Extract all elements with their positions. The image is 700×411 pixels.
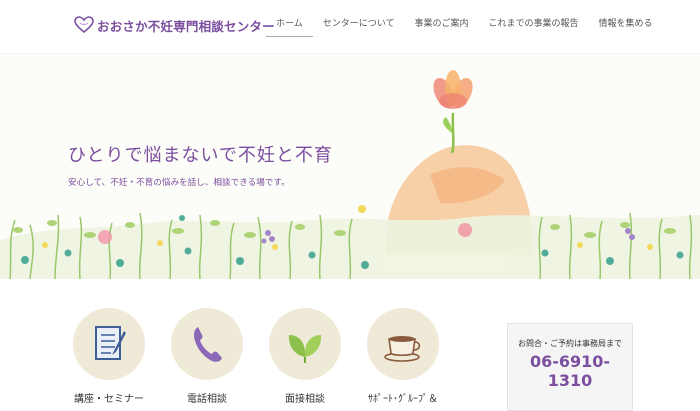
phone-icon (194, 327, 222, 362)
site-logo-text: おおさか不妊専門相談センター (97, 18, 275, 34)
service-support-group[interactable]: ｻﾎﾟｰﾄ･ｸﾞﾙｰﾌﾟ＆ (354, 308, 452, 405)
service-circle (269, 308, 341, 380)
leaf-icon (288, 335, 322, 363)
hero-illustration (0, 70, 700, 279)
coffee-cup-icon (384, 336, 421, 362)
contact-box: お問合・ご予約は事務局まで 06-6910-1310 (507, 323, 633, 411)
nav-item-about[interactable]: センターについて (313, 14, 405, 37)
service-seminar[interactable]: 講座・セミナー (60, 308, 158, 405)
contact-note: お問合・ご予約は事務局まで (518, 339, 622, 348)
site-header: おおさか不妊専門相談センター ホーム センターについて 事業のご案内 これまでの… (0, 0, 700, 54)
hero-banner: ひとりで悩まないで不妊と不育 安心して、不妊・不育の悩みを話し、相談できる場です… (0, 55, 700, 279)
service-label: 講座・セミナー (74, 394, 144, 405)
service-interview-consultation[interactable]: 面接相談 (256, 308, 354, 405)
hero-title: ひとりで悩まないで不妊と不育 (68, 145, 333, 166)
service-label: 電話相談 (187, 394, 227, 405)
nav-item-home[interactable]: ホーム (266, 14, 313, 37)
site-logo[interactable]: おおさか不妊専門相談センター (74, 13, 275, 37)
nav-item-services[interactable]: 事業のご案内 (404, 14, 478, 37)
contact-phone-number[interactable]: 06-6910-1310 (508, 352, 632, 390)
service-phone-consultation[interactable]: 電話相談 (158, 308, 256, 405)
service-circle (171, 308, 243, 380)
nav-item-information[interactable]: 情報を集める (589, 14, 663, 37)
main-nav: ホーム センターについて 事業のご案内 これまでの事業の報告 情報を集める (266, 14, 663, 37)
service-circle (367, 308, 439, 380)
notebook-icon (95, 326, 126, 360)
nav-item-reports[interactable]: これまでの事業の報告 (478, 14, 588, 37)
hero-subtitle: 安心して、不妊・不育の悩みを話し、相談できる場です。 (68, 178, 290, 188)
service-list: 講座・セミナー 電話相談 面接相談 ｻﾎﾟｰﾄ･ｸﾞﾙｰﾌﾟ＆ (60, 308, 452, 405)
service-label: 面接相談 (285, 394, 325, 405)
heart-logo-icon (74, 16, 94, 34)
service-label: ｻﾎﾟｰﾄ･ｸﾞﾙｰﾌﾟ＆ (368, 394, 438, 405)
service-circle (73, 308, 145, 380)
